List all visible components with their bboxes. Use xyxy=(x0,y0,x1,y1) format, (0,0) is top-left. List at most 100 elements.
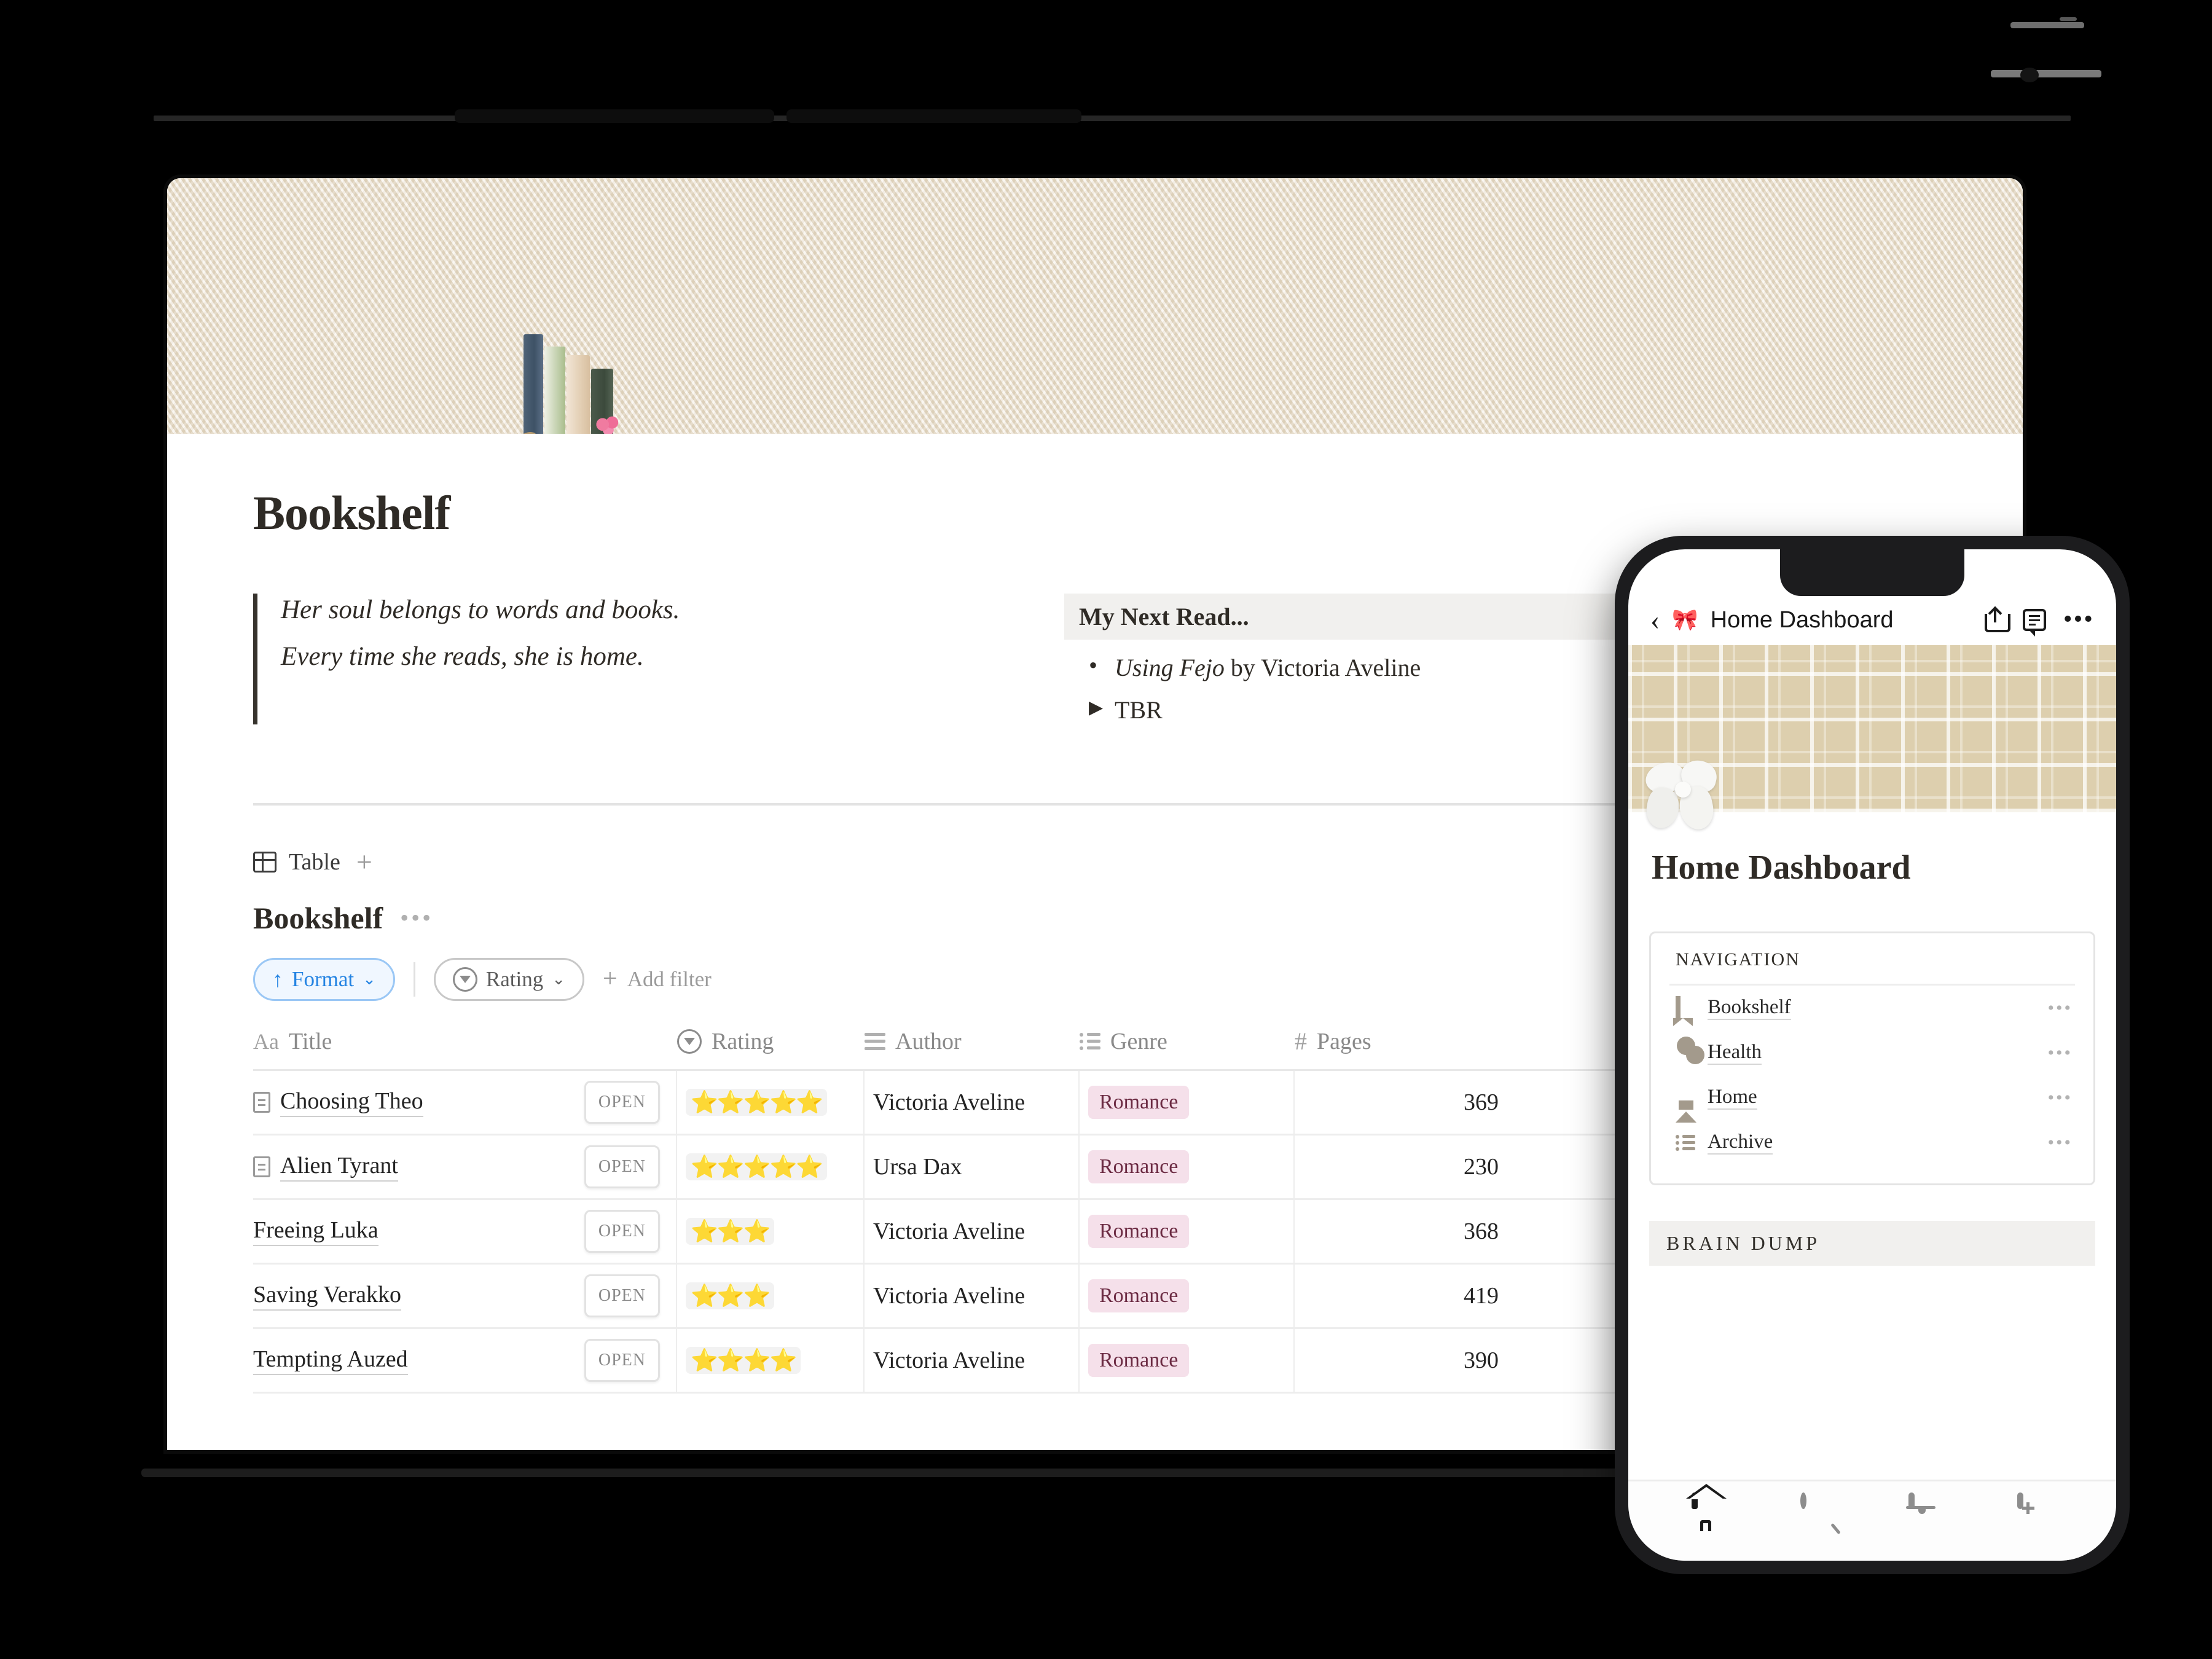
cell-pages[interactable]: 390 xyxy=(1295,1329,1510,1392)
open-button[interactable]: OPEN xyxy=(584,1145,660,1188)
cell-rating[interactable]: ⭐⭐⭐ xyxy=(677,1265,865,1327)
row-title-link[interactable]: Freeing Luka xyxy=(253,1217,378,1246)
cell-pages[interactable]: 419 xyxy=(1295,1265,1510,1327)
row-title-link[interactable]: Saving Verakko xyxy=(253,1281,401,1311)
row-title-link[interactable]: Choosing Theo xyxy=(280,1088,423,1117)
cell-rating[interactable]: ⭐⭐⭐⭐⭐ xyxy=(677,1135,865,1198)
cell-author[interactable]: Ursa Dax xyxy=(865,1135,1080,1198)
bullet-glyph: • xyxy=(1089,651,1098,679)
phone-page-cover xyxy=(1628,645,2116,833)
nav-item-bookshelf[interactable]: Bookshelf ••• xyxy=(1669,986,2075,1030)
nav-item-home[interactable]: Home ••• xyxy=(1669,1075,2075,1123)
phone-top-actions: ••• xyxy=(1984,606,2094,637)
house-icon xyxy=(1676,1089,1696,1123)
format-chip-label: Format xyxy=(292,967,355,991)
page-icon xyxy=(253,1092,270,1113)
new-page-icon[interactable] xyxy=(2017,1492,2053,1531)
nav-item-more-button[interactable]: ••• xyxy=(2047,1133,2073,1151)
column-header-rating-label: Rating xyxy=(712,1028,774,1054)
add-filter-button[interactable]: + Add filter xyxy=(603,966,712,992)
cell-author[interactable]: Victoria Aveline xyxy=(865,1265,1080,1327)
chip-divider xyxy=(413,962,415,997)
share-icon[interactable] xyxy=(1984,606,2010,632)
cell-rating[interactable]: ⭐⭐⭐⭐ xyxy=(677,1329,865,1392)
cell-title[interactable]: Alien Tyrant OPEN xyxy=(253,1135,677,1198)
tab-table[interactable]: Table xyxy=(253,849,340,876)
cell-author[interactable]: Victoria Aveline xyxy=(865,1329,1080,1392)
open-button[interactable]: OPEN xyxy=(584,1210,660,1253)
home-icon[interactable] xyxy=(1692,1492,1727,1531)
page-cover-image xyxy=(167,178,2023,508)
back-icon[interactable]: ‹ xyxy=(1650,606,1660,634)
cell-title[interactable]: Freeing Luka OPEN xyxy=(253,1200,677,1263)
column-header-genre[interactable]: Genre xyxy=(1080,1027,1295,1056)
cell-pages[interactable]: 369 xyxy=(1295,1071,1510,1134)
cell-title[interactable]: Tempting Auzed OPEN xyxy=(253,1329,677,1392)
search-icon[interactable] xyxy=(1800,1492,1836,1531)
cell-genre[interactable]: Romance xyxy=(1080,1329,1295,1392)
database-more-button[interactable]: ••• xyxy=(400,906,433,930)
nav-item-archive[interactable]: Archive ••• xyxy=(1669,1120,2075,1165)
bell-icon[interactable] xyxy=(1908,1492,1944,1531)
table-icon xyxy=(253,852,276,873)
cell-rating[interactable]: ⭐⭐⭐ xyxy=(677,1200,865,1263)
column-header-title[interactable]: Aa Title xyxy=(253,1027,677,1056)
comment-icon[interactable] xyxy=(2022,609,2046,637)
tablet-frame-notch-left xyxy=(455,109,774,123)
chevron-right-icon[interactable]: ▶ xyxy=(1089,696,1115,721)
nav-item-more-button[interactable]: ••• xyxy=(2047,1043,2073,1062)
cell-author[interactable]: Victoria Aveline xyxy=(865,1200,1080,1263)
cell-pages[interactable]: 230 xyxy=(1295,1135,1510,1198)
row-title-link[interactable]: Tempting Auzed xyxy=(253,1346,408,1375)
nav-item-health[interactable]: Health ••• xyxy=(1669,1030,2075,1075)
cell-genre[interactable]: Romance xyxy=(1080,1135,1295,1198)
add-filter-label: Add filter xyxy=(627,967,712,991)
column-header-author[interactable]: Author xyxy=(865,1027,1080,1056)
chevron-down-icon: ⌄ xyxy=(552,970,566,988)
column-header-pages[interactable]: # Pages xyxy=(1295,1027,1510,1056)
cell-pages[interactable]: 368 xyxy=(1295,1200,1510,1263)
tablet-top-frame-edge xyxy=(154,116,2071,121)
brain-dump-callout[interactable]: BRAIN DUMP xyxy=(1649,1221,2095,1266)
cell-genre[interactable]: Romance xyxy=(1080,1265,1295,1327)
tbr-label: TBR xyxy=(1115,696,1163,724)
add-view-button[interactable]: + xyxy=(356,847,372,876)
open-button[interactable]: OPEN xyxy=(584,1274,660,1317)
arrow-up-icon: ↑ xyxy=(272,967,283,992)
cell-genre[interactable]: Romance xyxy=(1080,1200,1295,1263)
navigation-card: NAVIGATION Bookshelf ••• Health ••• Home ••• A… xyxy=(1649,931,2095,1185)
quote-block: Her soul belongs to words and books. Eve… xyxy=(253,594,990,724)
nav-item-more-button[interactable]: ••• xyxy=(2047,1088,2073,1107)
cell-genre[interactable]: Romance xyxy=(1080,1071,1295,1134)
rating-filter-chip[interactable]: Rating ⌄ xyxy=(433,958,585,1001)
phone-notch xyxy=(1780,549,1964,596)
quote-line-2: Every time she reads, she is home. xyxy=(281,641,644,671)
text-property-icon: Aa xyxy=(253,1029,279,1054)
cell-author[interactable]: Victoria Aveline xyxy=(865,1071,1080,1134)
open-button[interactable]: OPEN xyxy=(584,1339,660,1382)
genre-tag: Romance xyxy=(1088,1279,1190,1312)
cell-title[interactable]: Choosing Theo OPEN xyxy=(253,1071,677,1134)
rating-chip-label: Rating xyxy=(485,967,544,991)
star-rating: ⭐⭐⭐⭐⭐ xyxy=(686,1153,828,1180)
rating-property-icon xyxy=(677,1029,702,1054)
column-header-title-label: Title xyxy=(288,1028,332,1054)
next-read-book: Using Fejo by Victoria Aveline xyxy=(1115,653,1421,682)
cell-title[interactable]: Saving Verakko OPEN xyxy=(253,1265,677,1327)
database-title[interactable]: Bookshelf xyxy=(253,900,383,936)
column-header-pages-label: Pages xyxy=(1317,1028,1371,1054)
white-bow-icon xyxy=(1642,756,1732,834)
navigation-list: Bookshelf ••• Health ••• Home ••• Archive ••• xyxy=(1669,986,2075,1165)
phone-breadcrumb-title[interactable]: Home Dashboard xyxy=(1711,607,1894,633)
format-chip[interactable]: ↑ Format ⌄ xyxy=(253,958,395,1001)
cell-rating[interactable]: ⭐⭐⭐⭐⭐ xyxy=(677,1071,865,1134)
chevron-down-icon: ⌄ xyxy=(363,970,376,988)
column-header-genre-label: Genre xyxy=(1110,1028,1167,1054)
open-button[interactable]: OPEN xyxy=(584,1081,660,1124)
genre-tag: Romance xyxy=(1088,1150,1190,1183)
column-header-rating[interactable]: Rating xyxy=(677,1027,865,1056)
more-options-icon[interactable]: ••• xyxy=(2063,606,2094,632)
quote-line-1: Her soul belongs to words and books. xyxy=(281,595,680,624)
row-title-link[interactable]: Alien Tyrant xyxy=(280,1152,398,1182)
nav-item-more-button[interactable]: ••• xyxy=(2047,998,2073,1017)
